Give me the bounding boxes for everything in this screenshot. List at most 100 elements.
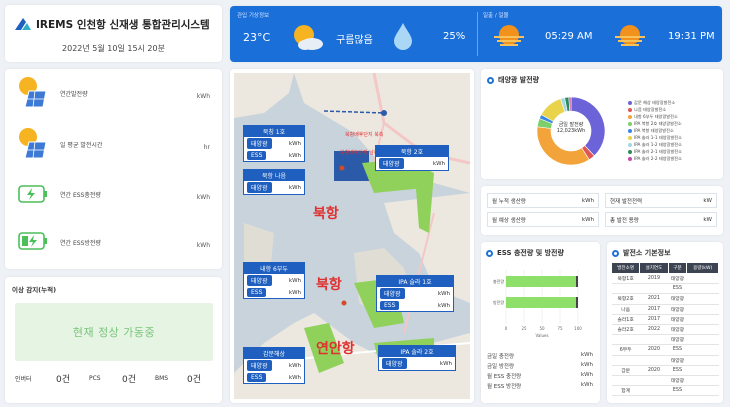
site-popup-gatemarine[interactable]: 갑문해상 태양광 kWh ESS kWh — [243, 347, 305, 384]
table-cell — [686, 293, 719, 305]
anomaly-card: 이상 감지(누적) 현재 정상 가동중 인버터 0건 PCS 0건 BMS 0건 — [5, 277, 222, 403]
site-name: 북항 2호 — [376, 146, 448, 157]
ess-stat-row: 월 ESS 충전량 kWh — [487, 372, 593, 382]
legend-label: 내항 6부두 태양광발전소 — [634, 113, 678, 119]
table-cell: 태양광 — [668, 293, 687, 305]
table-cell: ESS — [668, 365, 687, 376]
ess-bar-chart[interactable]: 0 25 50 75 100 충전량방전량 Values — [486, 264, 596, 344]
x-axis-label: Values — [535, 333, 548, 338]
table-cell: 2020 — [639, 365, 669, 376]
ess-bar[interactable] — [506, 276, 578, 287]
summary-unit: kW — [703, 216, 712, 223]
weather-condition: 구름많음 — [336, 35, 373, 46]
row-unit: kWh — [288, 362, 301, 369]
humidity: 25% — [443, 31, 466, 42]
row-unit: kWh — [288, 374, 301, 381]
ess-stats: 금일 충전량 kWh 금일 방전량 kWh 월 ESS 충전량 kWh 월 ESS 방전량 k… — [487, 352, 593, 392]
row-unit: kWh — [437, 302, 450, 309]
table-cell — [611, 283, 640, 295]
row-unit: kWh — [288, 289, 301, 296]
summary-cell: 월 누적 생산량 kWh — [487, 193, 599, 208]
legend-label: IPA 북항 태양광발전소 — [634, 127, 674, 133]
summary-cell: 총 발전 용량 kW — [605, 212, 717, 227]
row-unit: kWh — [439, 360, 452, 367]
left-stats-card: 연간발전량 kWh 일 평균 발전시간 hr 연간 ESS충전량 kWh 연간 … — [5, 69, 222, 269]
legend-label: IPA 솔라 2-1 태양광발전소 — [634, 148, 683, 154]
stat-label: 일 평균 발전시간 — [60, 142, 103, 149]
district-label: 북항 — [313, 206, 339, 222]
table-cell — [686, 355, 719, 366]
solar-generation-card: 태양광 발전량 금일 발전량 12,023kWh 갑문 해상 태양광발전소 나음 … — [481, 69, 723, 179]
row-type: ESS — [247, 288, 267, 297]
table-cell — [686, 334, 719, 346]
legend-item: IPA 북항 태양광발전소 — [628, 127, 682, 134]
stat-row-daily-hours: 일 평균 발전시간 hr — [5, 124, 222, 176]
site-popup-solar1[interactable]: IPA 슬라 1호 태양광 kWh ESS kWh — [376, 275, 454, 312]
legend-item: IPA 북항 2호 태양광발전소 — [628, 120, 682, 127]
table-cell — [686, 344, 719, 356]
map-card[interactable]: 북항 북항 연안항 북항배후단지 북측 북항배후단지 남측 북칭 1호 태양광 k… — [230, 69, 474, 403]
site-name: 내항 6부두 — [244, 263, 304, 274]
table-cell — [611, 355, 640, 366]
ess-stat-unit: kWh — [580, 372, 593, 378]
table-cell: 태양광 — [668, 375, 687, 387]
donut-center-label: 금일 발전량 — [558, 122, 584, 128]
table-cell — [686, 375, 719, 387]
table-row: ESS — [611, 283, 719, 295]
ess-stat-label: 금일 충전량 — [487, 354, 515, 360]
summary-cell: 월 예상 생산량 kWh — [487, 212, 599, 227]
site-popup-bukhang1[interactable]: 북칭 1호 태양광 kWh ESS kWh — [243, 125, 305, 162]
summary-label: 월 누적 생산량 — [492, 198, 526, 205]
table-cell: 6부두 — [611, 344, 640, 356]
legend-swatch — [628, 121, 632, 126]
ess-stat-unit: kWh — [580, 382, 593, 388]
table-cell: 2020 — [639, 344, 669, 356]
ess-bar-cap — [576, 297, 578, 308]
table-cell: 태양광 — [668, 334, 687, 346]
table-cell: 솔라1호 — [611, 314, 640, 325]
legend-swatch — [628, 135, 632, 140]
legend-swatch — [628, 107, 632, 112]
y-category-label: 방전량 — [493, 299, 504, 305]
donut-center: 금일 발전량 12,023kWh — [531, 121, 611, 134]
site-popup-solar2[interactable]: IPA 솔라 2호 태양광 kWh — [378, 345, 456, 371]
donut-legend: 갑문 해상 태양광발전소 나음 태양광발전소 내항 6부두 태양광발전소 IPA 북항… — [628, 99, 682, 162]
table-row: 북항2호 2021 태양광 — [611, 293, 719, 305]
table-cell — [639, 283, 669, 295]
stat-unit: kWh — [196, 194, 210, 201]
temperature: 23°C — [243, 31, 271, 44]
counter-pcs: PCS 0건 — [89, 374, 149, 385]
counter-inverter: 인버터 0건 — [15, 374, 85, 385]
ess-stat-label: 월 ESS 방전량 — [487, 384, 522, 390]
irems-logo-icon — [15, 18, 31, 30]
table-cell — [611, 375, 640, 387]
legend-item: 나음 태양광발전소 — [628, 106, 682, 113]
weather-label: 관입 기상정보 — [237, 13, 270, 19]
legend-label: 갑문 해상 태양광발전소 — [634, 99, 676, 105]
row-unit: kWh — [288, 140, 301, 147]
row-type: 태양광 — [247, 182, 272, 193]
summary-label: 월 예상 생산량 — [492, 217, 526, 224]
stat-label: 연간 ESS방전량 — [60, 240, 101, 247]
table-cell: 2019 — [639, 273, 669, 285]
section-dot-icon — [487, 76, 494, 84]
table-cell: 2017 — [639, 304, 669, 315]
site-popup-pier6[interactable]: 내항 6부두 태양광 kWh ESS kWh — [243, 262, 305, 299]
table-cell — [639, 375, 669, 387]
counter-label: 인버터 — [15, 376, 32, 383]
site-popup-naeum[interactable]: 북항 나음 태양광 kWh — [243, 169, 305, 195]
table-cell: 북항1호 — [611, 273, 640, 285]
legend-item: 내항 6부두 태양광발전소 — [628, 113, 682, 120]
table-cell: 태양광 — [668, 273, 687, 285]
row-type: ESS — [247, 373, 267, 382]
ess-stat-label: 월 ESS 충전량 — [487, 374, 522, 380]
header-card: IREMS 인천항 신재생 통합관리시스템 2022년 5월 10일 15시 2… — [5, 5, 222, 62]
ess-bar[interactable] — [506, 297, 578, 308]
counter-label: PCS — [89, 375, 101, 382]
plant-info-card: 발전소 기본정보 발전소명 설치연도 구분 용량(kW) 북항1호 2019 태양광 ESS… — [607, 242, 723, 403]
table-cell: ESS — [668, 344, 687, 356]
section-dot-icon — [612, 249, 619, 257]
table-cell: 태양광 — [668, 355, 687, 366]
x-tick-label: 75 — [557, 326, 563, 331]
site-popup-bukhang2[interactable]: 북항 2호 태양광 kWh — [375, 145, 449, 171]
